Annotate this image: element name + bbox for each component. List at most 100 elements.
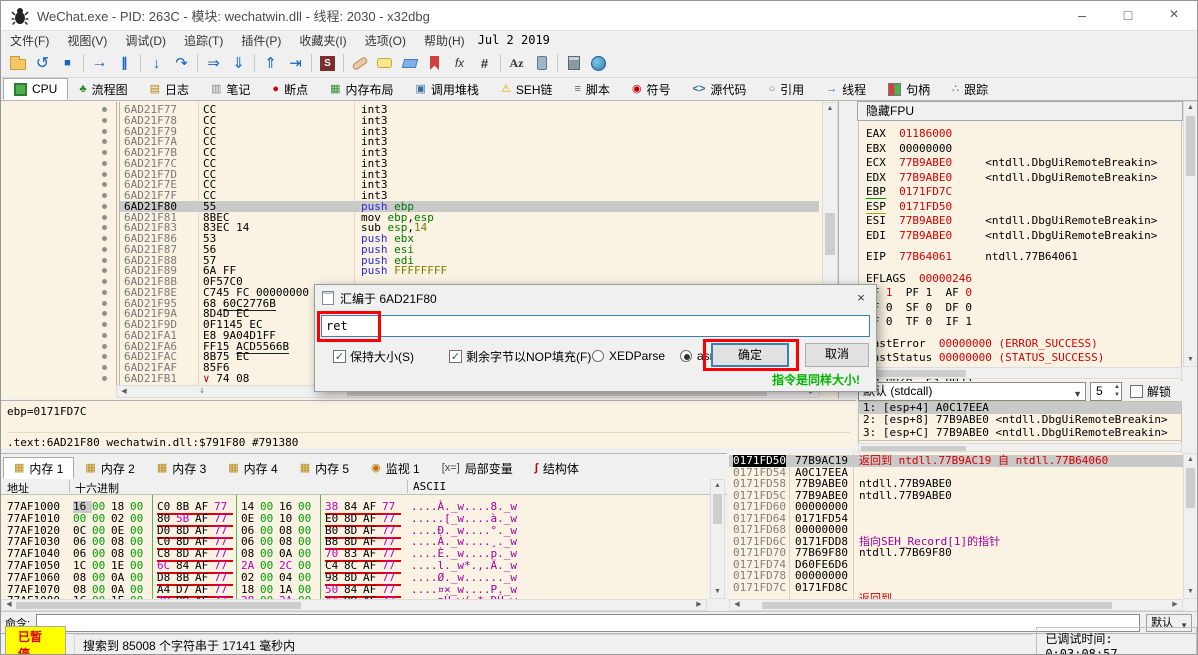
breakpoint-dot-icon[interactable] (102, 118, 107, 123)
scroll-up-icon[interactable]: ▲ (1184, 454, 1197, 466)
shortcuts-icon[interactable]: # (472, 52, 497, 75)
tab-locals[interactable]: [x=]局部变量 (431, 457, 524, 479)
menu-item-3[interactable]: 追踪(T) (175, 32, 232, 49)
breakpoint-dot-icon[interactable] (102, 258, 107, 263)
scroll-left-icon[interactable]: ◀ (4, 600, 14, 610)
pause-icon[interactable]: ∥ (112, 52, 137, 75)
tab-mem2[interactable]: ▦内存 2 (74, 457, 145, 479)
tab-cpu[interactable]: CPU (3, 78, 68, 100)
registers-horizontal-scrollbar[interactable] (858, 367, 1182, 379)
scroll-up-icon[interactable]: ▲ (711, 480, 724, 492)
menu-item-4[interactable]: 插件(P) (232, 32, 290, 49)
dump-vertical-scrollbar[interactable]: ▲ ▼ (710, 479, 725, 599)
register-line[interactable]: ESP 0171FD50 (866, 200, 952, 213)
execute-till-return-icon[interactable]: ⇒ (201, 52, 226, 75)
run-icon[interactable]: → (87, 52, 112, 75)
tab-trace[interactable]: ∴跟踪 (941, 78, 999, 100)
register-line[interactable]: ZF 1 PF 1 AF 0 (866, 286, 972, 299)
register-line[interactable]: EFLAGS 00000246 (866, 272, 972, 285)
tab-handles[interactable]: 句柄 (877, 78, 941, 100)
tab-seh[interactable]: ⚠SEH链 (490, 78, 564, 100)
stack-argument-row[interactable]: 2: [esp+8] 77B9ABE0 <ntdll.DbgUiRemoteBr… (859, 414, 1182, 426)
register-line[interactable]: EDX 77B9ABE0 <ntdll.DbgUiRemoteBreakin> (866, 171, 1157, 184)
comments-icon[interactable] (372, 52, 397, 75)
maximize-button[interactable]: □ (1105, 1, 1151, 31)
dialog-close-icon[interactable]: × (852, 289, 870, 307)
breakpoint-dot-icon[interactable] (102, 129, 107, 134)
cancel-button[interactable]: 取消 (805, 343, 869, 367)
call-stack-icon[interactable] (529, 52, 554, 75)
register-line[interactable]: EAX 01186000 (866, 127, 952, 140)
breakpoint-dot-icon[interactable] (102, 279, 107, 284)
stack-argument-row[interactable]: 3: [esp+C] 77B9ABE0 <ntdll.DbgUiRemoteBr… (859, 427, 1182, 439)
tab-log[interactable]: ▤日志 (139, 78, 200, 100)
close-icon[interactable]: ■ (55, 52, 80, 75)
breakpoint-dot-icon[interactable] (102, 107, 107, 112)
stack-panel[interactable]: 0171FD5077B9AC19返回到 ntdll.77B9AC19 自 ntd… (729, 453, 1183, 599)
breakpoint-dot-icon[interactable] (102, 139, 107, 144)
register-line[interactable]: LastStatus 00000000 (STATUS_SUCCESS) (866, 351, 1104, 364)
assembly-instruction-input[interactable]: ret (321, 315, 870, 337)
tab-memory-map[interactable]: ▦内存布局 (319, 78, 404, 100)
tab-script[interactable]: ≡脚本 (564, 78, 621, 100)
dialog-title-bar[interactable]: 汇编于 6AD21F80 × (315, 285, 876, 311)
stack-arguments[interactable]: 1: [esp+4] A0C17EEA2: [esp+8] 77B9ABE0 <… (858, 401, 1182, 441)
tab-mem4[interactable]: ▦内存 4 (217, 457, 288, 479)
tab-mem5[interactable]: ▦内存 5 (289, 457, 360, 479)
breakpoint-dot-icon[interactable] (102, 225, 107, 230)
breakpoint-dot-icon[interactable] (102, 247, 107, 252)
xedparse-radio[interactable]: XEDParse (592, 345, 665, 367)
tab-mem1[interactable]: ▦内存 1 (3, 457, 74, 479)
breakpoint-dot-icon[interactable] (102, 365, 107, 370)
memory-map-icon[interactable] (586, 52, 611, 75)
breakpoint-dot-icon[interactable] (102, 376, 107, 381)
menu-item-5[interactable]: 收藏夹(I) (290, 32, 355, 49)
register-line[interactable]: EDI 77B9ABE0 <ntdll.DbgUiRemoteBreakin> (866, 229, 1157, 242)
breakpoint-dot-icon[interactable] (102, 290, 107, 295)
tab-references[interactable]: ○引用 (757, 78, 815, 100)
scroll-left-icon[interactable]: ◀ (119, 386, 129, 397)
register-line[interactable]: EBP 0171FD7C (866, 185, 952, 198)
register-line[interactable]: ECX 77B9ABE0 <ntdll.DbgUiRemoteBreakin> (866, 156, 1157, 169)
breakpoint-dot-icon[interactable] (102, 333, 107, 338)
strings-icon[interactable]: Az (504, 52, 529, 75)
tab-graph[interactable]: ♣流程图 (68, 78, 138, 100)
tab-symbols[interactable]: ◉符号 (621, 78, 682, 100)
labels-icon[interactable] (397, 52, 422, 75)
dump-horizontal-scrollbar[interactable]: ◀ ▶ (1, 599, 707, 611)
args-count-spinner[interactable]: 5 ▲▼ (1090, 382, 1122, 401)
breakpoint-dot-icon[interactable] (102, 268, 107, 273)
breakpoint-dot-icon[interactable] (102, 204, 107, 209)
breakpoint-dot-icon[interactable] (102, 215, 107, 220)
breakpoint-dot-icon[interactable] (102, 161, 107, 166)
menu-item-2[interactable]: 调试(D) (116, 32, 175, 49)
stack-vertical-scrollbar[interactable]: ▲ ▼ (1183, 453, 1198, 599)
arguments-horizontal-scrollbar[interactable] (858, 443, 1182, 452)
functions-icon[interactable]: fx (447, 52, 472, 75)
breakpoint-dot-icon[interactable] (102, 344, 107, 349)
register-line[interactable]: EIP 77B64061 ntdll.77B64061 (866, 250, 1078, 263)
stack-argument-row[interactable]: 4: [esp+10] 00000000 (859, 439, 1182, 441)
step-out-icon[interactable]: ⇑ (258, 52, 283, 75)
menu-item-7[interactable]: 帮助(H) (415, 32, 474, 49)
breakpoint-dot-icon[interactable] (102, 311, 107, 316)
hide-fpu-button[interactable]: 隐藏FPU (857, 101, 1183, 121)
registers-vertical-scrollbar[interactable]: ▲ ▼ (1183, 101, 1198, 367)
unlock-checkbox[interactable] (1130, 385, 1143, 398)
calling-convention-select[interactable]: 默认 (stdcall) ▼ (858, 382, 1086, 401)
run-to-user-code-icon[interactable]: ⇥ (283, 52, 308, 75)
scroll-down-icon[interactable]: ▼ (1184, 586, 1197, 598)
breakpoint-dot-icon[interactable] (102, 354, 107, 359)
menu-item-6[interactable]: 选项(O) (356, 32, 415, 49)
nop-fill-checkbox[interactable]: ✓ 剩余字节以NOP填充(F) (449, 345, 591, 367)
stack-horizontal-scrollbar[interactable]: ◀ ▶ (729, 599, 1183, 611)
memory-dump-panel[interactable]: 77AF100016001800C08BAF77140016003884AF77… (1, 495, 707, 599)
register-line[interactable]: CF 0 TF 0 IF 1 (866, 315, 972, 328)
stack-argument-row[interactable]: 1: [esp+4] A0C17EEA (859, 402, 1182, 414)
tab-threads[interactable]: →线程 (815, 78, 877, 100)
scroll-right-icon[interactable]: ▶ (1170, 600, 1180, 610)
tab-breakpoints[interactable]: ●断点 (261, 78, 319, 100)
scylla-icon[interactable]: S (315, 52, 340, 75)
tab-notes[interactable]: ▥笔记 (200, 78, 261, 100)
breakpoint-dot-icon[interactable] (102, 172, 107, 177)
